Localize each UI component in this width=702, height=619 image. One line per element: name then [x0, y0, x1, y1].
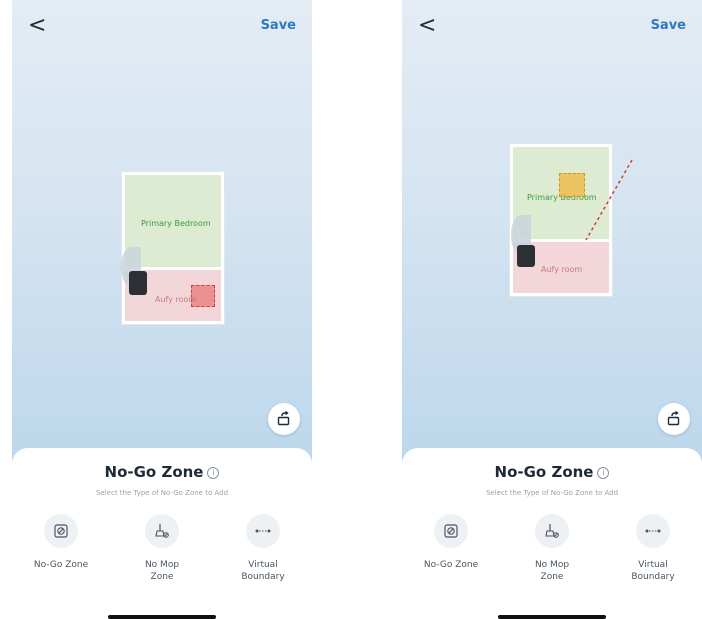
bottom-sheet: No-Go Zone i Select the Type of No-Go Zon…: [12, 448, 312, 619]
option-label: No Mop Zone: [534, 560, 570, 582]
rotate-icon: [667, 411, 680, 426]
bottom-sheet: No-Go Zone i Select the Type of No-Go Zon…: [402, 448, 702, 619]
option-no-mop-zone[interactable]: No Mop Zone: [507, 514, 597, 583]
option-label: No-Go Zone: [423, 560, 479, 570]
virtual-boundary-icon: [645, 529, 661, 533]
info-icon[interactable]: i: [207, 467, 220, 479]
option-virtual-boundary[interactable]: Virtual Boundary: [608, 514, 698, 583]
floor-map: Primary Bedroom Aufy room: [121, 172, 224, 324]
no-go-zone-icon: [54, 524, 68, 538]
no-mop-icon: [545, 524, 559, 538]
option-label: Virtual Boundary: [631, 560, 675, 582]
sheet-subtitle: Select the Type of No-Go Zone to Add: [485, 489, 619, 497]
room-label-primary: Primary Bedroom: [141, 219, 211, 228]
map-area[interactable]: < Save Primary Bedroom Aufy room: [402, 0, 702, 462]
rotate-map-button[interactable]: [268, 403, 300, 435]
save-button[interactable]: Save: [261, 18, 296, 33]
robot-icon: [129, 271, 147, 295]
option-no-go-zone[interactable]: No-Go Zone: [406, 514, 496, 571]
no-go-zone-icon: [444, 524, 458, 538]
home-indicator: [108, 615, 216, 619]
virtual-boundary-icon: [255, 529, 271, 533]
sheet-subtitle: Select the Type of No-Go Zone to Add: [95, 489, 229, 497]
back-button[interactable]: <: [28, 14, 54, 40]
virtual-boundary-line[interactable]: [402, 0, 702, 462]
option-no-mop-zone[interactable]: No Mop Zone: [117, 514, 207, 583]
info-icon[interactable]: i: [597, 467, 610, 479]
sheet-title: No-Go Zone i: [12, 463, 312, 481]
sheet-title: No-Go Zone i: [402, 463, 702, 481]
option-virtual-boundary[interactable]: Virtual Boundary: [218, 514, 308, 583]
rotate-map-button[interactable]: [658, 403, 690, 435]
home-indicator: [498, 615, 606, 619]
option-label: No Mop Zone: [144, 560, 180, 582]
option-no-go-zone[interactable]: No-Go Zone: [16, 514, 106, 571]
rotate-icon: [277, 411, 290, 426]
option-label: No-Go Zone: [33, 560, 89, 570]
phone-screen-right: < Save Primary Bedroom Aufy room No-Go Z…: [402, 0, 702, 619]
option-label: Virtual Boundary: [241, 560, 285, 582]
phone-screen-left: < Save Primary Bedroom Aufy room No-Go Z…: [12, 0, 312, 619]
sheet-title-text: No-Go Zone: [494, 463, 594, 481]
sheet-title-text: No-Go Zone: [104, 463, 204, 481]
no-mop-icon: [155, 524, 169, 538]
map-area[interactable]: < Save Primary Bedroom Aufy room: [12, 0, 312, 462]
no-go-zone-box[interactable]: [191, 285, 215, 307]
